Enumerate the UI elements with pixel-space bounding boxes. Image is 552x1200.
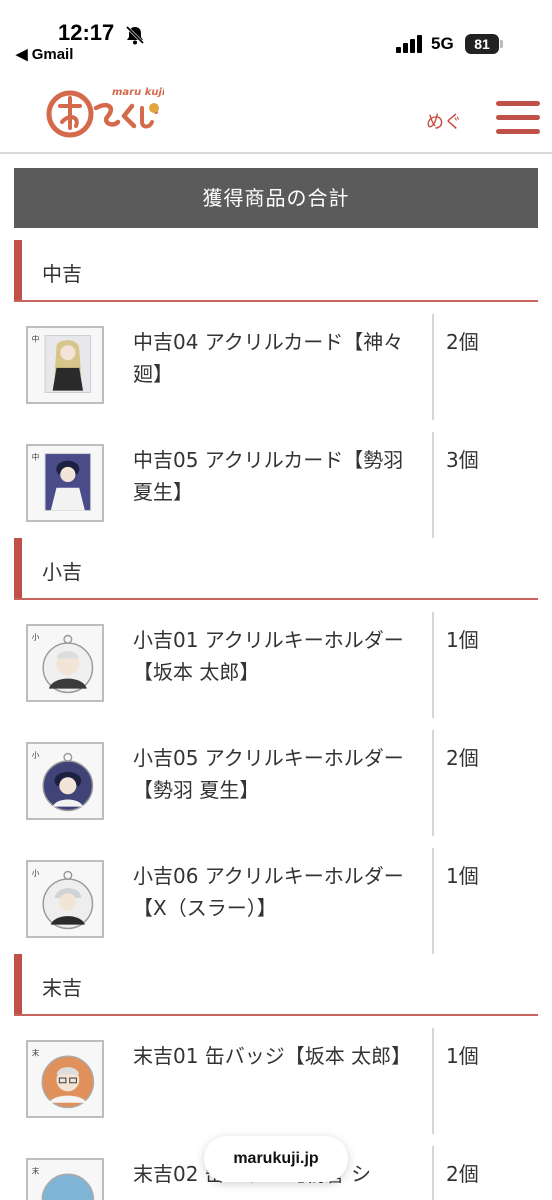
section-heading-shokichi: 小吉	[14, 538, 538, 600]
svg-text:中: 中	[32, 451, 40, 461]
item-name: 小吉06 アクリルキーホルダー【X（スラー）】	[133, 864, 404, 920]
svg-text:末: 末	[32, 1047, 40, 1057]
item-quantity: 1個	[446, 628, 479, 652]
site-header: maru kuji めぐ	[0, 72, 552, 154]
item-quantity: 2個	[446, 1162, 479, 1186]
acrylic-card-thumbnail: 中	[26, 326, 104, 404]
svg-text:中: 中	[32, 333, 40, 343]
section-accent-bar	[14, 538, 22, 598]
item-quantity: 1個	[446, 864, 479, 888]
list-item: 小 小吉05 アクリルキーホルダー【勢羽 夏生】 2個	[0, 718, 552, 836]
section-accent-bar	[14, 240, 22, 300]
column-divider	[432, 1146, 434, 1200]
status-time: 12:17	[58, 20, 115, 45]
network-type: 5G	[431, 34, 454, 53]
acrylic-keychain-thumbnail: 小	[26, 624, 104, 702]
section-title: 小吉	[42, 560, 82, 584]
section-title: 中吉	[42, 262, 82, 286]
bell-muted-icon	[125, 25, 145, 45]
signal-icon	[396, 35, 422, 53]
list-item: 末 末吉01 缶バッジ【坂本 太郎】 1個	[0, 1016, 552, 1134]
section-title: 末吉	[42, 976, 82, 1000]
logo-text: maru kuji	[112, 87, 164, 98]
list-item: 中 中吉05 アクリルカード【勢羽 夏生】 3個	[0, 420, 552, 538]
hamburger-menu-icon[interactable]	[496, 101, 542, 137]
list-item: 小 小吉01 アクリルキーホルダー【坂本 太郎】 1個	[0, 600, 552, 718]
column-divider	[432, 314, 434, 420]
item-quantity: 3個	[446, 448, 479, 472]
column-divider	[432, 730, 434, 836]
section-heading-chukichi: 中吉	[14, 240, 538, 302]
svg-text:末: 末	[32, 1165, 40, 1175]
column-divider	[432, 1028, 434, 1134]
total-items-banner: 獲得商品の合計	[14, 168, 538, 228]
list-item: 中 中吉04 アクリルカード【神々廻】 2個	[0, 302, 552, 420]
section-accent-bar	[14, 954, 22, 1014]
battery-icon: 81	[465, 34, 499, 54]
browser-url-pill[interactable]: marukuji.jp	[204, 1136, 348, 1182]
user-name-link[interactable]: めぐ	[426, 108, 462, 134]
item-name: 小吉05 アクリルキーホルダー【勢羽 夏生】	[133, 746, 404, 802]
item-name: 中吉04 アクリルカード【神々廻】	[133, 330, 404, 386]
svg-text:小: 小	[32, 749, 40, 759]
item-quantity: 2個	[446, 746, 479, 770]
item-name: 中吉05 アクリルカード【勢羽 夏生】	[133, 448, 404, 504]
prize-list: 中吉 中 中吉04 アクリルカード【神々廻】 2個 中 中吉05 アクリルカード…	[0, 240, 552, 1200]
column-divider	[432, 612, 434, 718]
acrylic-keychain-thumbnail: 小	[26, 860, 104, 938]
item-quantity: 2個	[446, 330, 479, 354]
item-quantity: 1個	[446, 1044, 479, 1068]
svg-text:小: 小	[32, 631, 40, 641]
section-heading-suekichi: 末吉	[14, 954, 538, 1016]
acrylic-card-thumbnail: 中	[26, 444, 104, 522]
marukuji-logo[interactable]: maru kuji	[46, 84, 164, 140]
svg-text:小: 小	[32, 867, 40, 877]
item-name: 小吉01 アクリルキーホルダー【坂本 太郎】	[133, 628, 404, 684]
item-name: 末吉01 缶バッジ【坂本 太郎】	[133, 1044, 412, 1068]
status-bar: 12:17 ◀ Gmail 5G 81	[0, 0, 552, 72]
can-badge-thumbnail: 末	[26, 1040, 104, 1118]
can-badge-thumbnail: 末	[26, 1158, 104, 1200]
column-divider	[432, 848, 434, 954]
column-divider	[432, 432, 434, 538]
list-item: 小 小吉06 アクリルキーホルダー【X（スラー）】 1個	[0, 836, 552, 954]
back-to-gmail-link[interactable]: ◀ Gmail	[16, 45, 73, 63]
acrylic-keychain-thumbnail: 小	[26, 742, 104, 820]
battery-tip	[500, 40, 503, 48]
